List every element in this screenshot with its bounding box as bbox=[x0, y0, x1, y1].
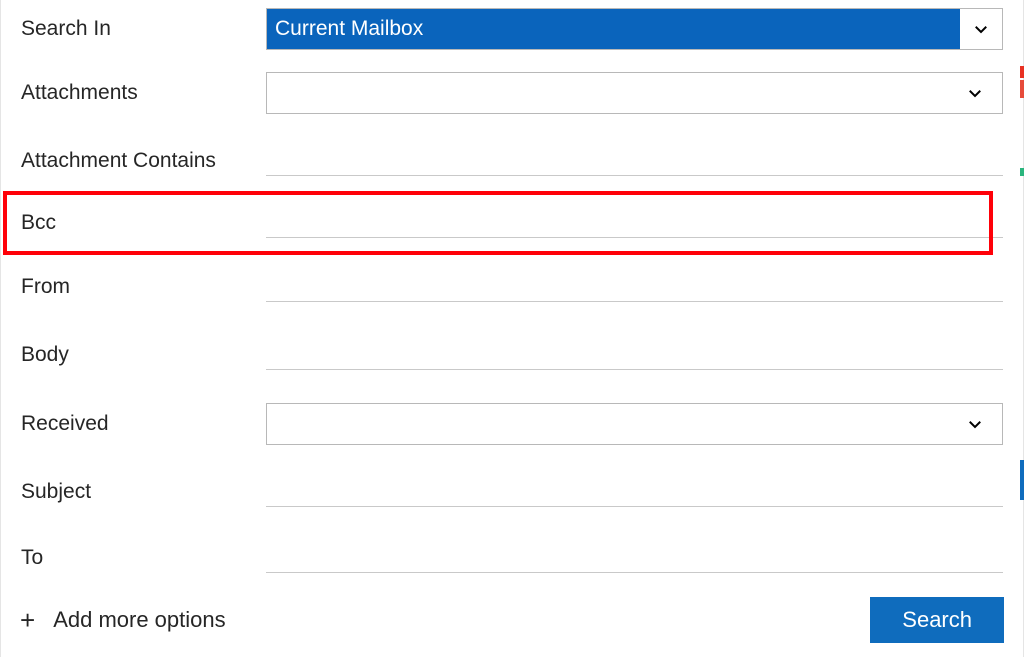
row-attachment-contains: Attachment Contains bbox=[1, 128, 1023, 193]
dropdown-received[interactable] bbox=[266, 403, 1003, 445]
row-to: To bbox=[1, 525, 1023, 591]
dropdown-attachments[interactable] bbox=[266, 72, 1003, 114]
row-subject: Subject bbox=[1, 459, 1023, 525]
input-body[interactable] bbox=[266, 340, 1003, 370]
row-from: From bbox=[1, 253, 1023, 321]
row-search-in: Search In Current Mailbox bbox=[1, 0, 1023, 58]
row-attachments: Attachments bbox=[1, 58, 1023, 128]
control-bcc bbox=[266, 208, 1003, 238]
label-subject: Subject bbox=[21, 480, 266, 504]
chevron-down-icon[interactable] bbox=[954, 73, 996, 113]
input-attachment-contains[interactable] bbox=[266, 146, 1003, 176]
input-from[interactable] bbox=[266, 272, 1003, 302]
control-body bbox=[266, 340, 1003, 370]
label-attachments: Attachments bbox=[21, 81, 266, 105]
chevron-down-icon[interactable] bbox=[960, 9, 1002, 49]
add-more-options-button[interactable]: + Add more options bbox=[20, 607, 226, 633]
row-body: Body bbox=[1, 321, 1023, 389]
edge-artifact bbox=[1020, 80, 1024, 98]
bottom-bar: + Add more options Search bbox=[20, 595, 1004, 645]
input-to[interactable] bbox=[266, 543, 1003, 573]
edge-artifact bbox=[1020, 168, 1024, 176]
edge-artifact bbox=[1020, 66, 1024, 78]
row-bcc: Bcc bbox=[1, 193, 1023, 253]
input-bcc[interactable] bbox=[266, 208, 1003, 238]
control-from bbox=[266, 272, 1003, 302]
label-received: Received bbox=[21, 412, 266, 436]
control-subject bbox=[266, 477, 1003, 507]
search-button[interactable]: Search bbox=[870, 597, 1004, 643]
advanced-search-panel: Search In Current Mailbox Attachments At… bbox=[0, 0, 1024, 657]
dropdown-search-in-value: Current Mailbox bbox=[267, 9, 960, 49]
row-received: Received bbox=[1, 389, 1023, 459]
label-to: To bbox=[21, 546, 266, 570]
control-attachments bbox=[266, 72, 1003, 114]
label-from: From bbox=[21, 275, 266, 299]
label-attachment-contains: Attachment Contains bbox=[21, 149, 266, 173]
control-attachment-contains bbox=[266, 146, 1003, 176]
control-search-in: Current Mailbox bbox=[266, 8, 1003, 50]
control-to bbox=[266, 543, 1003, 573]
label-search-in: Search In bbox=[21, 17, 266, 41]
chevron-down-icon[interactable] bbox=[954, 404, 996, 444]
input-subject[interactable] bbox=[266, 477, 1003, 507]
label-body: Body bbox=[21, 343, 266, 367]
label-bcc: Bcc bbox=[21, 211, 266, 235]
dropdown-search-in[interactable]: Current Mailbox bbox=[266, 8, 1003, 50]
edge-artifact bbox=[1020, 460, 1024, 500]
add-more-label: Add more options bbox=[53, 607, 225, 633]
plus-icon: + bbox=[20, 607, 35, 633]
control-received bbox=[266, 403, 1003, 445]
